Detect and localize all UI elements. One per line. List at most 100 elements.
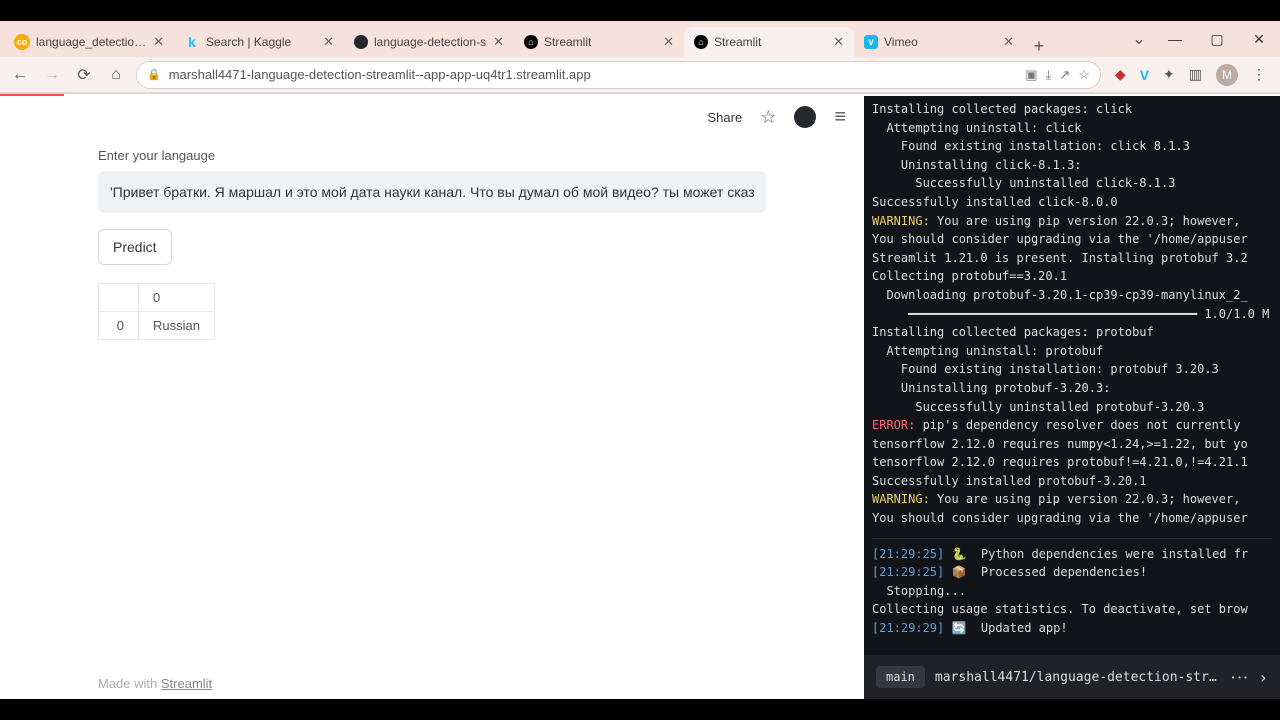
log-line: Uninstalling click-8.1.3: [872, 156, 1272, 175]
tab-close-icon[interactable]: ✕ [663, 34, 674, 50]
log-line: ━━━━━━━━━━━━━━━━━━━━━━━━━━━━━━━━━━━━━━━━… [872, 305, 1272, 324]
extension-a-icon[interactable]: ◆ [1115, 66, 1126, 83]
camera-icon[interactable]: ▣ [1025, 67, 1037, 83]
log-level-label: ERROR: [872, 418, 915, 432]
branch-chip[interactable]: main [876, 666, 925, 688]
tab-label: language-detection-s [374, 35, 487, 49]
install-app-icon[interactable]: ⤓ [1046, 67, 1052, 83]
browser-tab[interactable]: co language_detection.ip ✕ [4, 27, 174, 57]
log-lines[interactable]: Installing collected packages: click Att… [872, 100, 1272, 655]
streamlit-app-pane: Share ☆ ≡ Enter your langauge Predict 0 [0, 96, 864, 699]
browser-tab[interactable]: ⌂ Streamlit ✕ [684, 27, 854, 57]
log-footer-more-icon[interactable]: ⋮ [1229, 668, 1250, 686]
st-favicon: ⌂ [524, 35, 538, 49]
window-controls: — ▢ ✕ [1154, 21, 1280, 57]
back-button[interactable]: ← [8, 63, 32, 87]
hamburger-menu-icon[interactable]: ≡ [834, 106, 846, 129]
input-label: Enter your langauge [98, 148, 766, 163]
share-url-icon[interactable]: ↗ [1059, 67, 1070, 83]
log-line: Collecting protobuf==3.20.1 [872, 267, 1272, 286]
log-footer-chevron-icon[interactable]: › [1258, 668, 1268, 687]
language-text-input[interactable] [98, 171, 766, 213]
log-level-label: WARNING: [872, 492, 930, 506]
log-line: Installing collected packages: click [872, 100, 1272, 119]
log-timestamp: [21:29:25] [872, 565, 951, 579]
letterbox-top [0, 0, 1280, 21]
log-line: tensorflow 2.12.0 requires protobuf!=4.2… [872, 453, 1272, 472]
share-button[interactable]: Share [707, 110, 742, 125]
tab-close-icon[interactable]: ✕ [153, 34, 164, 50]
log-line: Streamlit 1.21.0 is present. Installing … [872, 249, 1272, 268]
footer-prefix: Made with [98, 676, 161, 691]
co-favicon: co [14, 34, 30, 50]
profile-avatar[interactable]: M [1216, 64, 1238, 86]
streamlit-link[interactable]: Streamlit [161, 676, 212, 691]
log-line: Installing collected packages: protobuf [872, 323, 1272, 342]
browser-tab[interactable]: v Vimeo ✕ [854, 27, 1024, 57]
minimize-button[interactable]: — [1154, 21, 1196, 57]
url-field[interactable]: 🔒 marshall4471-language-detection-stream… [136, 61, 1101, 89]
log-emoji-icon: 🐍 [951, 547, 973, 561]
log-level-label: WARNING: [872, 214, 930, 228]
browser-tab[interactable]: kSearch | Kaggle✕ [174, 27, 344, 57]
log-timestamp: [21:29:25] [872, 547, 951, 561]
side-panel-icon[interactable]: ▥ [1189, 66, 1202, 83]
content-area: Share ☆ ≡ Enter your langauge Predict 0 [0, 96, 1280, 699]
table-row: 0 Russian [99, 312, 215, 340]
table-col-0-header: 0 [139, 284, 215, 312]
log-line: Downloading protobuf-3.20.1-cp39-cp39-ma… [872, 286, 1272, 305]
tab-dropdown-button[interactable]: ⌄ [1124, 29, 1154, 49]
tab-label: Vimeo [884, 35, 997, 49]
tab-close-icon[interactable]: ✕ [493, 34, 504, 50]
tab-label: language_detection.ip [36, 35, 147, 49]
close-window-button[interactable]: ✕ [1238, 21, 1280, 57]
table-row-index: 0 [99, 312, 139, 340]
extension-icons: ◆ V ✦ ▥ M ⋮ [1109, 64, 1272, 86]
log-line: You should consider upgrading via the '/… [872, 509, 1272, 528]
tab-label: Streamlit [544, 35, 657, 49]
log-line: Collecting usage statistics. To deactiva… [872, 600, 1272, 619]
tab-label: Streamlit [714, 35, 827, 49]
log-line: tensorflow 2.12.0 requires numpy<1.24,>=… [872, 435, 1272, 454]
log-line: [21:29:25] 📦 Processed dependencies! [872, 563, 1272, 582]
lock-icon: 🔒 [147, 68, 161, 81]
tab-close-icon[interactable]: ✕ [323, 34, 334, 50]
letterbox-bottom [0, 699, 1280, 720]
url-text: marshall4471-language-detection-streamli… [169, 67, 1018, 82]
extensions-puzzle-icon[interactable]: ✦ [1163, 66, 1175, 83]
log-line: Successfully installed click-8.0.0 [872, 193, 1272, 212]
log-line: Found existing installation: protobuf 3.… [872, 360, 1272, 379]
bookmark-star-icon[interactable]: ☆ [1078, 67, 1090, 83]
streamlit-footer: Made with Streamlit [98, 676, 212, 691]
browser-tab[interactable]: language-detection-s ✕ [344, 27, 514, 57]
log-line: Uninstalling protobuf-3.20.3: [872, 379, 1272, 398]
predict-button[interactable]: Predict [98, 229, 172, 265]
log-line: Attempting uninstall: protobuf [872, 342, 1272, 361]
tab-close-icon[interactable]: ✕ [1003, 34, 1014, 50]
favorite-star-icon[interactable]: ☆ [760, 107, 776, 128]
result-table: 0 0 Russian [98, 283, 215, 340]
tab-close-icon[interactable]: ✕ [833, 34, 844, 50]
browser-menu-icon[interactable]: ⋮ [1252, 66, 1266, 83]
log-line: Found existing installation: click 8.1.3 [872, 137, 1272, 156]
table-header-row: 0 [99, 284, 215, 312]
home-button[interactable]: ⌂ [104, 63, 128, 87]
forward-button[interactable]: → [40, 63, 64, 87]
github-icon[interactable] [794, 106, 816, 128]
log-divider [872, 538, 1272, 539]
vimeo-extension-icon[interactable]: V [1140, 67, 1149, 83]
new-tab-button[interactable]: + [1024, 36, 1054, 57]
streamlit-toolbar: Share ☆ ≡ [0, 96, 864, 138]
log-line: Stopping... [872, 582, 1272, 601]
log-emoji-icon: 🔄 [951, 621, 973, 635]
browser-tab[interactable]: ⌂ Streamlit ✕ [514, 27, 684, 57]
table-corner-cell [99, 284, 139, 312]
table-cell-value: Russian [139, 312, 215, 340]
repo-label[interactable]: marshall4471/language-detection-streamli… [935, 670, 1220, 685]
v-favicon: v [864, 35, 878, 49]
maximize-button[interactable]: ▢ [1196, 21, 1238, 57]
st-favicon: ⌂ [694, 35, 708, 49]
browser-window: colanguage_detection.ip✕kSearch | Kaggle… [0, 21, 1280, 699]
reload-button[interactable]: ⟳ [72, 63, 96, 87]
log-line: Successfully installed protobuf-3.20.1 [872, 472, 1272, 491]
